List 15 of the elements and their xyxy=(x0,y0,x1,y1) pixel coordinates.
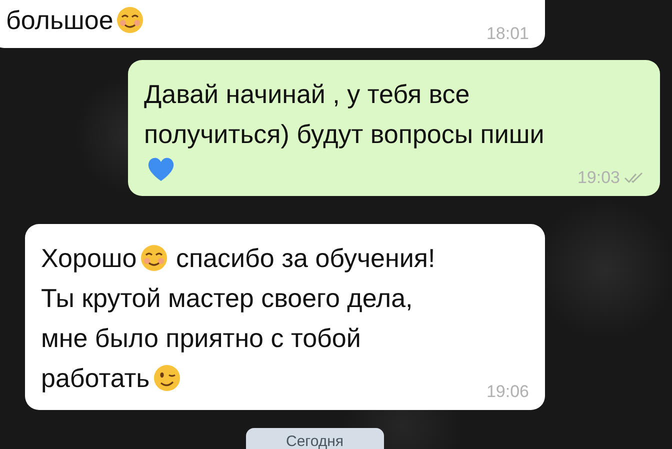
message-text: спасибо за обучения! xyxy=(174,242,436,275)
message-time: 19:03 xyxy=(577,168,620,188)
message-text: Ты крутой мастер своего дела, xyxy=(41,282,413,315)
smiling-face-icon xyxy=(115,5,146,35)
message-time: 19:06 xyxy=(486,382,529,402)
message-text: работать xyxy=(41,362,150,395)
message-text: большое xyxy=(6,4,114,37)
message-text: получиться) будут вопросы пиши xyxy=(144,118,544,151)
smiling-face-icon xyxy=(138,243,169,273)
message-time: 18:01 xyxy=(486,24,529,44)
message-text: Хорошо xyxy=(41,242,137,275)
message-text: Давай начинай , у тебя все xyxy=(144,78,470,111)
date-divider: Сегодня xyxy=(246,428,384,449)
message-text: мне было приятно с тобой xyxy=(41,322,361,355)
winking-face-icon xyxy=(152,363,182,393)
